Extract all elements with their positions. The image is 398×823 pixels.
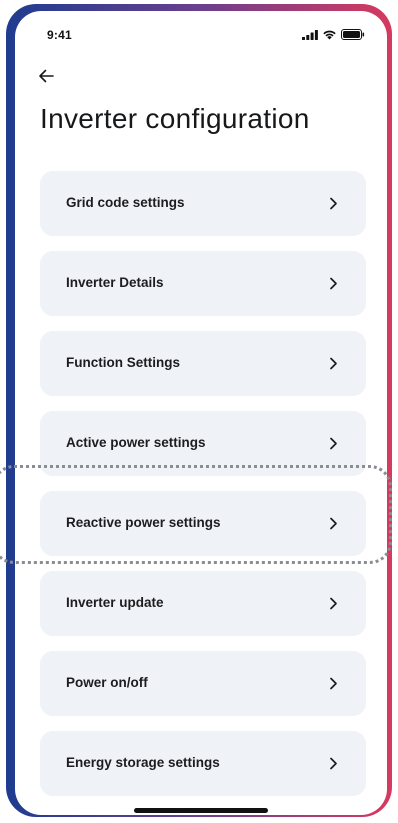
chevron-right-icon — [330, 597, 337, 610]
phone-frame: 9:41 Inverter configuration Grid code se… — [6, 4, 392, 817]
menu-item-active-power-settings[interactable]: Active power settings — [40, 411, 366, 476]
menu-item-label: Power on/off — [66, 675, 148, 690]
settings-menu-list: Grid code settings Inverter Details Func… — [40, 171, 366, 811]
arrow-left-icon — [39, 69, 54, 83]
signal-icon — [302, 29, 318, 40]
menu-item-inverter-details[interactable]: Inverter Details — [40, 251, 366, 316]
menu-item-reactive-power-settings[interactable]: Reactive power settings — [40, 491, 366, 556]
chevron-right-icon — [330, 277, 337, 290]
battery-icon — [341, 29, 365, 40]
menu-item-energy-storage-settings[interactable]: Energy storage settings — [40, 731, 366, 796]
chevron-right-icon — [330, 517, 337, 530]
menu-item-label: Reactive power settings — [66, 515, 221, 530]
chevron-right-icon — [330, 357, 337, 370]
chevron-right-icon — [330, 757, 337, 770]
menu-item-label: Active power settings — [66, 435, 206, 450]
chevron-right-icon — [330, 677, 337, 690]
chevron-right-icon — [330, 437, 337, 450]
menu-item-label: Function Settings — [66, 355, 180, 370]
status-bar: 9:41 — [15, 11, 387, 55]
chevron-right-icon — [330, 197, 337, 210]
menu-item-label: Grid code settings — [66, 195, 185, 210]
menu-item-power-on-off[interactable]: Power on/off — [40, 651, 366, 716]
menu-item-grid-code-settings[interactable]: Grid code settings — [40, 171, 366, 236]
page-title: Inverter configuration — [40, 103, 310, 134]
menu-item-label: Energy storage settings — [66, 755, 220, 770]
menu-item-label: Inverter Details — [66, 275, 164, 290]
menu-item-label: Inverter update — [66, 595, 164, 610]
status-time: 9:41 — [47, 28, 72, 42]
status-icons — [302, 29, 365, 40]
back-button[interactable] — [33, 63, 59, 89]
wifi-icon — [323, 30, 336, 40]
menu-item-function-settings[interactable]: Function Settings — [40, 331, 366, 396]
home-indicator — [134, 808, 268, 813]
phone-screen: 9:41 Inverter configuration Grid code se… — [15, 11, 387, 815]
menu-item-inverter-update[interactable]: Inverter update — [40, 571, 366, 636]
